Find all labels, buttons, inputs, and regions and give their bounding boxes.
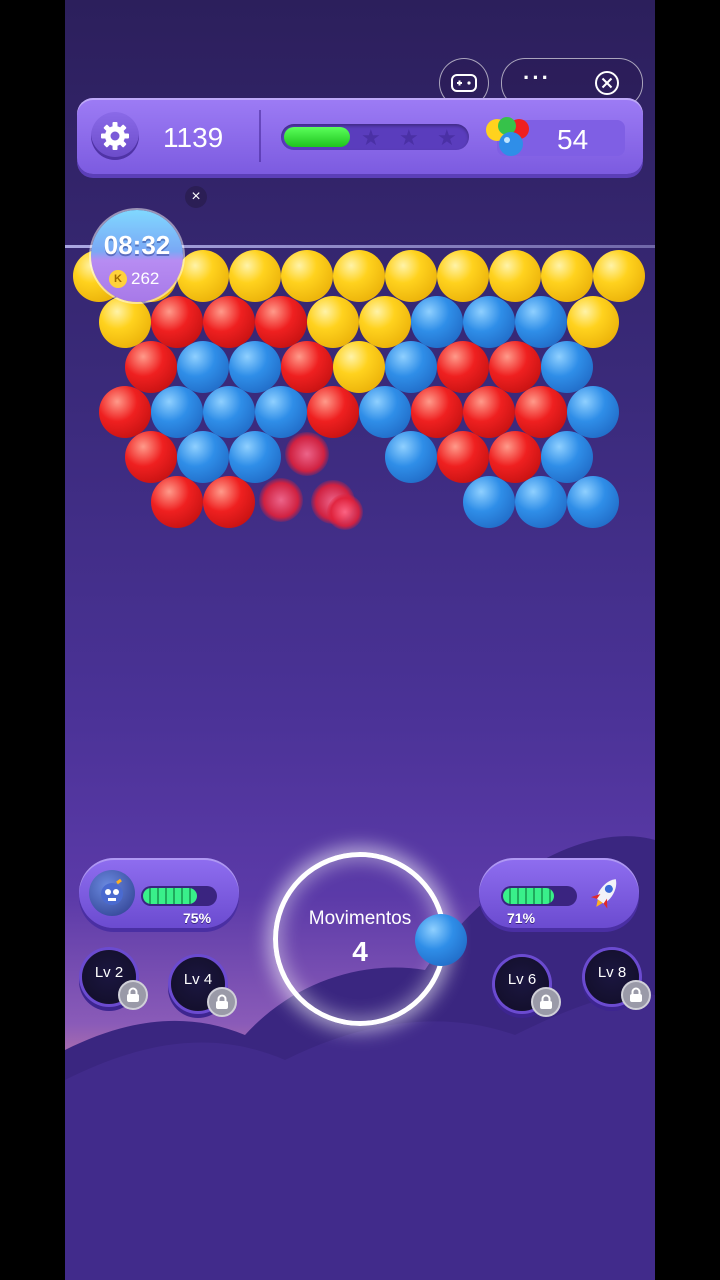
blue-bubble [385,431,437,483]
yellow-bubble [307,296,359,348]
red-bubble [151,296,203,348]
booster-meter [501,886,577,906]
timer-text: 08:32 [103,230,171,260]
booster-slot-lv6[interactable]: Lv 6 [495,957,561,1017]
level-label: Lv 6 [507,971,537,988]
yellow-bubble [567,296,619,348]
red-bubble [203,296,255,348]
blue-bubble [541,431,593,483]
game-screen: ··· 1139 ★ ★ ★ 54 × 08:32 K 262 75% 71% … [65,0,655,1280]
yellow-bubble [541,250,593,302]
booster-meter [141,886,217,906]
blue-bubble [229,431,281,483]
red-bubble [307,386,359,438]
rocket-icon [583,870,629,916]
blue-bubble [541,341,593,393]
red-bubble [437,431,489,483]
bomb-icon [89,870,135,916]
blue-bubble [229,341,281,393]
red-bubble [255,296,307,348]
coin-icon: K [109,270,127,288]
pop-effect [327,494,363,530]
yellow-bubble [359,296,411,348]
blue-bubble [203,386,255,438]
red-bubble [437,341,489,393]
yellow-bubble [281,250,333,302]
red-bubble [489,341,541,393]
level-label: Lv 4 [183,971,213,988]
yellow-bubble [437,250,489,302]
blue-bubble [177,431,229,483]
yellow-bubble [177,250,229,302]
yellow-bubble [593,250,645,302]
red-bubble [125,341,177,393]
coin-value: 262 [131,269,160,288]
blue-bubble [411,296,463,348]
yellow-bubble [489,250,541,302]
yellow-bubble [229,250,281,302]
blue-bubble [463,296,515,348]
lock-icon [531,987,561,1017]
timer-badge: 08:32 K 262 [91,210,183,302]
pop-effect [259,478,303,522]
blue-bubble [567,386,619,438]
red-bubble [99,386,151,438]
red-bubble [411,386,463,438]
booster-fill [143,888,197,904]
lock-icon [118,980,148,1010]
blue-bubble [255,386,307,438]
red-bubble [125,431,177,483]
next-bubble[interactable] [415,914,467,966]
booster-fill [503,888,555,904]
level-label: Lv 2 [94,964,124,981]
blue-bubble [151,386,203,438]
booster-percent: 71% [507,910,536,926]
booster-slot-lv8[interactable]: Lv 8 [585,950,651,1010]
level-label: Lv 8 [597,964,627,981]
blue-bubble [177,341,229,393]
red-bubble [151,476,203,528]
lock-icon [207,987,237,1017]
yellow-bubble [333,341,385,393]
booster-slot-lv4[interactable]: Lv 4 [171,957,237,1017]
yellow-bubble [385,250,437,302]
blue-bubble [463,476,515,528]
red-bubble [203,476,255,528]
yellow-bubble [99,296,151,348]
red-bubble [463,386,515,438]
blue-bubble [515,476,567,528]
booster-slot-lv2[interactable]: Lv 2 [82,950,148,1010]
red-bubble [281,341,333,393]
red-bubble [489,431,541,483]
yellow-bubble [333,250,385,302]
booster-percent: 75% [183,910,212,926]
bomb-booster[interactable]: 75% [79,858,239,928]
blue-bubble [515,296,567,348]
blue-bubble [359,386,411,438]
rocket-booster[interactable]: 71% [479,858,639,928]
pop-effect [285,432,329,476]
red-bubble [515,386,567,438]
blue-bubble [385,341,437,393]
blue-bubble [567,476,619,528]
lock-icon [621,980,651,1010]
